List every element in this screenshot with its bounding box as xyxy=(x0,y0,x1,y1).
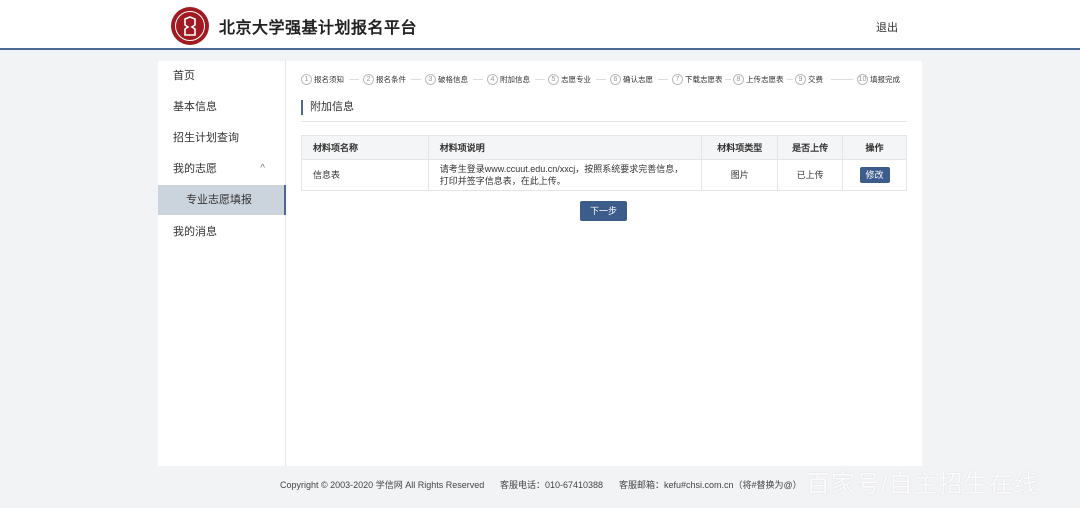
step-label: 交费 xyxy=(808,74,823,84)
step-2: 2 报名条件 xyxy=(363,72,406,86)
site-title: 北京大学强基计划报名平台 xyxy=(219,20,418,37)
table-row: 信息表 请考生登录www.ccuut.edu.cn/xxcj，按照系统要求完善信… xyxy=(301,159,907,191)
step-4: 4 附加信息 xyxy=(487,72,530,86)
materials-table: 材料项名称 材料项说明 材料项类型 是否上传 操作 信息表 请考生登录www.c… xyxy=(301,135,907,191)
step-label: 确认志愿 xyxy=(623,74,653,84)
step-label: 上传志愿表 xyxy=(746,74,784,84)
step-label: 填报完成 xyxy=(870,74,900,84)
column-header: 操作 xyxy=(842,135,907,160)
step-label: 报名须知 xyxy=(314,74,344,84)
copyright-text: Copyright © 2003-2020 学信网 All Rights Res… xyxy=(280,480,485,490)
action-cell: 修改 xyxy=(842,159,907,191)
upload-status: 已上传 xyxy=(777,159,844,191)
step-number: 3 xyxy=(425,73,436,85)
step-number: 1 xyxy=(301,73,312,85)
sidebar-item-major-wish-fill[interactable]: 专业志愿填报 xyxy=(158,185,286,215)
sidebar-item-label: 招生计划查询 xyxy=(173,132,239,144)
step-10: 10 填报完成 xyxy=(857,72,900,86)
sidebar-item-enrollment-plan[interactable]: 招生计划查询 xyxy=(158,123,285,153)
table-header-row: 材料项名称 材料项说明 材料项类型 是否上传 操作 xyxy=(301,135,907,160)
step-number: 8 xyxy=(733,73,744,85)
step-1: 1 报名须知 xyxy=(301,72,344,86)
sidebar-item-label: 首页 xyxy=(173,70,195,82)
service-email: 客服邮箱：kefu#chsi.com.cn（将#替换为@） xyxy=(619,480,802,490)
column-header: 材料项说明 xyxy=(427,135,703,160)
step-5: 5 志愿专业 xyxy=(548,72,591,86)
logout-link[interactable]: 退出 xyxy=(876,19,898,35)
edit-button[interactable]: 修改 xyxy=(859,167,890,183)
chevron-up-icon: ^ xyxy=(260,163,265,174)
step-9: 9 交费 xyxy=(795,72,823,86)
main-content: 1 报名须知 2 报名条件 3 破格信息 4 附加信息 5 志愿专业 6 确认志… xyxy=(286,61,922,466)
section-divider xyxy=(301,121,907,122)
step-label: 下载志愿表 xyxy=(685,74,723,84)
column-header: 材料项类型 xyxy=(701,135,779,160)
step-label: 志愿专业 xyxy=(561,74,591,84)
step-7: 7 下载志愿表 xyxy=(672,72,723,86)
step-6: 6 确认志愿 xyxy=(610,72,653,86)
step-number: 5 xyxy=(548,73,559,85)
material-type: 图片 xyxy=(701,159,779,191)
watermark: 百家号/自主招生在线 xyxy=(806,471,1039,498)
column-header: 是否上传 xyxy=(777,135,844,160)
material-description: 请考生登录www.ccuut.edu.cn/xxcj，按照系统要求完善信息， 打… xyxy=(427,159,703,191)
sidebar-item-my-messages[interactable]: 我的消息 xyxy=(158,217,285,247)
step-label: 报名条件 xyxy=(376,74,406,84)
step-label: 破格信息 xyxy=(438,74,468,84)
step-number: 2 xyxy=(363,73,374,85)
sidebar: 首页 基本信息 招生计划查询 我的志愿 ^ 专业志愿填报 我的消息 xyxy=(158,61,286,466)
university-logo xyxy=(171,7,209,45)
step-number: 7 xyxy=(672,73,683,85)
top-header: 北京大学强基计划报名平台 退出 xyxy=(0,0,1080,50)
step-number: 9 xyxy=(795,73,806,85)
sidebar-item-label: 我的志愿 xyxy=(173,163,217,175)
description-line: 请考生登录www.ccuut.edu.cn/xxcj，按照系统要求完善信息， xyxy=(439,164,684,174)
sidebar-item-label: 专业志愿填报 xyxy=(186,194,252,206)
service-phone: 客服电话：010-67410388 xyxy=(500,480,604,490)
sidebar-item-my-wishes[interactable]: 我的志愿 ^ xyxy=(158,154,285,184)
progress-steps: 1 报名须知 2 报名条件 3 破格信息 4 附加信息 5 志愿专业 6 确认志… xyxy=(301,72,911,86)
sidebar-item-home[interactable]: 首页 xyxy=(158,61,285,91)
step-8: 8 上传志愿表 xyxy=(733,72,784,86)
material-name: 信息表 xyxy=(301,159,429,191)
next-step-button[interactable]: 下一步 xyxy=(580,201,627,221)
sidebar-item-basic-info[interactable]: 基本信息 xyxy=(158,92,285,122)
step-3: 3 破格信息 xyxy=(425,72,468,86)
sidebar-item-label: 我的消息 xyxy=(173,226,217,238)
sidebar-item-label: 基本信息 xyxy=(173,101,217,113)
step-number: 10 xyxy=(857,73,868,85)
section-title: 附加信息 xyxy=(301,100,354,115)
step-label: 附加信息 xyxy=(500,74,530,84)
step-number: 4 xyxy=(487,73,498,85)
step-number: 6 xyxy=(610,73,621,85)
column-header: 材料项名称 xyxy=(301,135,429,160)
description-line: 打印并签字信息表，在此上传。 xyxy=(439,176,566,186)
